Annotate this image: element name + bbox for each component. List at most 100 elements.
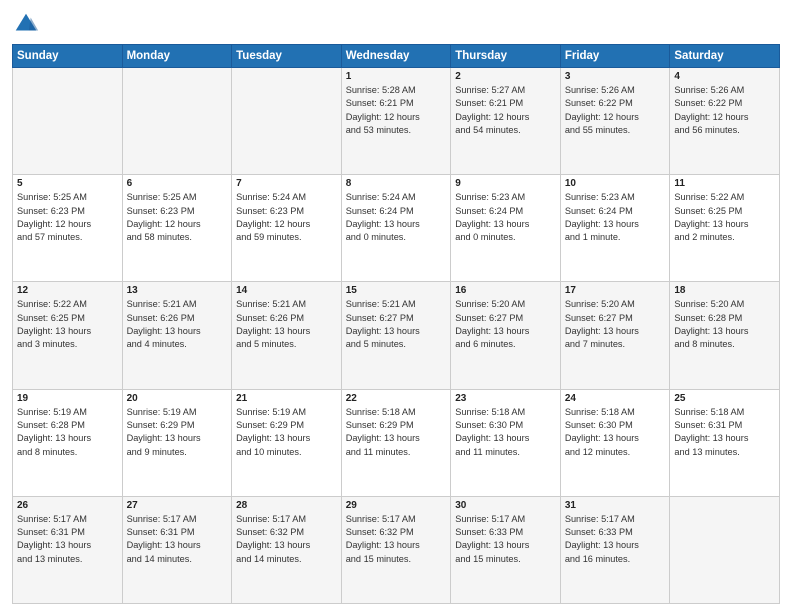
day-number: 22 [346,393,447,404]
calendar-row-3: 12 Sunrise: 5:22 AM Sunset: 6:25 PM Dayli… [13,282,780,389]
calendar-cell: 19 Sunrise: 5:19 AM Sunset: 6:28 PM Dayli… [13,389,123,496]
day-number: 15 [346,285,447,296]
day-info: Sunrise: 5:25 AM Sunset: 6:23 PM Dayligh… [17,191,118,244]
calendar-cell: 23Sunrise: 5:18 AM Sunset: 6:30 PM Dayli… [451,389,561,496]
day-info: Sunrise: 5:17 AM Sunset: 6:31 PM Dayligh… [127,513,228,566]
day-number: 12 [17,285,118,296]
calendar-cell: 8 Sunrise: 5:24 AM Sunset: 6:24 PM Daylig… [341,175,451,282]
logo-icon [12,10,40,38]
calendar-cell: 4 Sunrise: 5:26 AM Sunset: 6:22 PM Daylig… [670,68,780,175]
weekday-header-monday: Monday [122,45,232,68]
day-info: Sunrise: 5:23 AM Sunset: 6:24 PM Dayligh… [455,191,556,244]
day-number: 25 [674,393,775,404]
header [12,10,780,38]
day-number: 18 [674,285,775,296]
day-info: Sunrise: 5:19 AM Sunset: 6:28 PM Dayligh… [17,406,118,459]
day-info: Sunrise: 5:24 AM Sunset: 6:23 PM Dayligh… [236,191,337,244]
calendar-cell: 11 Sunrise: 5:22 AM Sunset: 6:25 PM Dayli… [670,175,780,282]
day-info: Sunrise: 5:20 AM Sunset: 6:27 PM Dayligh… [455,298,556,351]
calendar-cell: 3 Sunrise: 5:26 AM Sunset: 6:22 PM Daylig… [560,68,670,175]
calendar-cell: 13Sunrise: 5:21 AM Sunset: 6:26 PM Dayli… [122,282,232,389]
calendar-cell: 12 Sunrise: 5:22 AM Sunset: 6:25 PM Dayli… [13,282,123,389]
logo [12,10,44,38]
calendar-cell: 16 Sunrise: 5:20 AM Sunset: 6:27 PM Dayli… [451,282,561,389]
day-number: 14 [236,285,337,296]
day-info: Sunrise: 5:28 AM Sunset: 6:21 PM Dayligh… [346,84,447,137]
day-info: Sunrise: 5:17 AM Sunset: 6:33 PM Dayligh… [455,513,556,566]
day-info: Sunrise: 5:19 AM Sunset: 6:29 PM Dayligh… [127,406,228,459]
calendar-cell [232,68,342,175]
day-info: Sunrise: 5:20 AM Sunset: 6:28 PM Dayligh… [674,298,775,351]
day-number: 1 [346,71,447,82]
day-info: Sunrise: 5:21 AM Sunset: 6:27 PM Dayligh… [346,298,447,351]
calendar-row-2: 5 Sunrise: 5:25 AM Sunset: 6:23 PM Daylig… [13,175,780,282]
day-info: Sunrise: 5:24 AM Sunset: 6:24 PM Dayligh… [346,191,447,244]
day-number: 30 [455,500,556,511]
calendar-cell: 17 Sunrise: 5:20 AM Sunset: 6:27 PM Dayli… [560,282,670,389]
calendar-cell: 9Sunrise: 5:23 AM Sunset: 6:24 PM Daylig… [451,175,561,282]
calendar-cell: 20 Sunrise: 5:19 AM Sunset: 6:29 PM Dayli… [122,389,232,496]
calendar-cell: 7 Sunrise: 5:24 AM Sunset: 6:23 PM Daylig… [232,175,342,282]
calendar-cell: 28 Sunrise: 5:17 AM Sunset: 6:32 PM Dayli… [232,496,342,603]
weekday-header-sunday: Sunday [13,45,123,68]
day-number: 4 [674,71,775,82]
day-info: Sunrise: 5:26 AM Sunset: 6:22 PM Dayligh… [565,84,666,137]
calendar-cell [122,68,232,175]
calendar-row-1: 1 Sunrise: 5:28 AM Sunset: 6:21 PM Daylig… [13,68,780,175]
calendar-table: SundayMondayTuesdayWednesdayThursdayFrid… [12,44,780,604]
day-info: Sunrise: 5:17 AM Sunset: 6:32 PM Dayligh… [236,513,337,566]
weekday-header-thursday: Thursday [451,45,561,68]
day-info: Sunrise: 5:18 AM Sunset: 6:30 PM Dayligh… [455,406,556,459]
day-info: Sunrise: 5:17 AM Sunset: 6:33 PM Dayligh… [565,513,666,566]
calendar-row-5: 26 Sunrise: 5:17 AM Sunset: 6:31 PM Dayli… [13,496,780,603]
day-number: 17 [565,285,666,296]
day-info: Sunrise: 5:17 AM Sunset: 6:31 PM Dayligh… [17,513,118,566]
day-number: 31 [565,500,666,511]
calendar-cell: 24Sunrise: 5:18 AM Sunset: 6:30 PM Dayli… [560,389,670,496]
day-number: 10 [565,178,666,189]
day-number: 27 [127,500,228,511]
day-number: 21 [236,393,337,404]
day-number: 2 [455,71,556,82]
day-number: 28 [236,500,337,511]
day-number: 6 [127,178,228,189]
calendar-cell [13,68,123,175]
day-number: 3 [565,71,666,82]
calendar-cell: 29Sunrise: 5:17 AM Sunset: 6:32 PM Dayli… [341,496,451,603]
calendar-cell: 1 Sunrise: 5:28 AM Sunset: 6:21 PM Daylig… [341,68,451,175]
day-info: Sunrise: 5:18 AM Sunset: 6:31 PM Dayligh… [674,406,775,459]
day-number: 20 [127,393,228,404]
day-number: 5 [17,178,118,189]
calendar-cell: 2 Sunrise: 5:27 AM Sunset: 6:21 PM Daylig… [451,68,561,175]
day-info: Sunrise: 5:25 AM Sunset: 6:23 PM Dayligh… [127,191,228,244]
calendar-cell: 31 Sunrise: 5:17 AM Sunset: 6:33 PM Dayli… [560,496,670,603]
day-number: 8 [346,178,447,189]
calendar-cell [670,496,780,603]
calendar-cell: 26 Sunrise: 5:17 AM Sunset: 6:31 PM Dayli… [13,496,123,603]
day-number: 7 [236,178,337,189]
day-info: Sunrise: 5:20 AM Sunset: 6:27 PM Dayligh… [565,298,666,351]
calendar-cell: 30 Sunrise: 5:17 AM Sunset: 6:33 PM Dayli… [451,496,561,603]
calendar-cell: 10 Sunrise: 5:23 AM Sunset: 6:24 PM Dayli… [560,175,670,282]
day-number: 16 [455,285,556,296]
day-info: Sunrise: 5:27 AM Sunset: 6:21 PM Dayligh… [455,84,556,137]
day-info: Sunrise: 5:22 AM Sunset: 6:25 PM Dayligh… [674,191,775,244]
weekday-header-tuesday: Tuesday [232,45,342,68]
calendar-cell: 18 Sunrise: 5:20 AM Sunset: 6:28 PM Dayli… [670,282,780,389]
weekday-header-wednesday: Wednesday [341,45,451,68]
day-info: Sunrise: 5:22 AM Sunset: 6:25 PM Dayligh… [17,298,118,351]
day-number: 29 [346,500,447,511]
calendar-cell: 25 Sunrise: 5:18 AM Sunset: 6:31 PM Dayli… [670,389,780,496]
day-number: 11 [674,178,775,189]
calendar-cell: 27 Sunrise: 5:17 AM Sunset: 6:31 PM Dayli… [122,496,232,603]
calendar-cell: 14 Sunrise: 5:21 AM Sunset: 6:26 PM Dayli… [232,282,342,389]
day-number: 19 [17,393,118,404]
page: SundayMondayTuesdayWednesdayThursdayFrid… [0,0,792,612]
day-number: 26 [17,500,118,511]
day-info: Sunrise: 5:26 AM Sunset: 6:22 PM Dayligh… [674,84,775,137]
day-info: Sunrise: 5:23 AM Sunset: 6:24 PM Dayligh… [565,191,666,244]
day-number: 13 [127,285,228,296]
day-info: Sunrise: 5:19 AM Sunset: 6:29 PM Dayligh… [236,406,337,459]
calendar-cell: 21 Sunrise: 5:19 AM Sunset: 6:29 PM Dayli… [232,389,342,496]
day-info: Sunrise: 5:21 AM Sunset: 6:26 PM Dayligh… [236,298,337,351]
